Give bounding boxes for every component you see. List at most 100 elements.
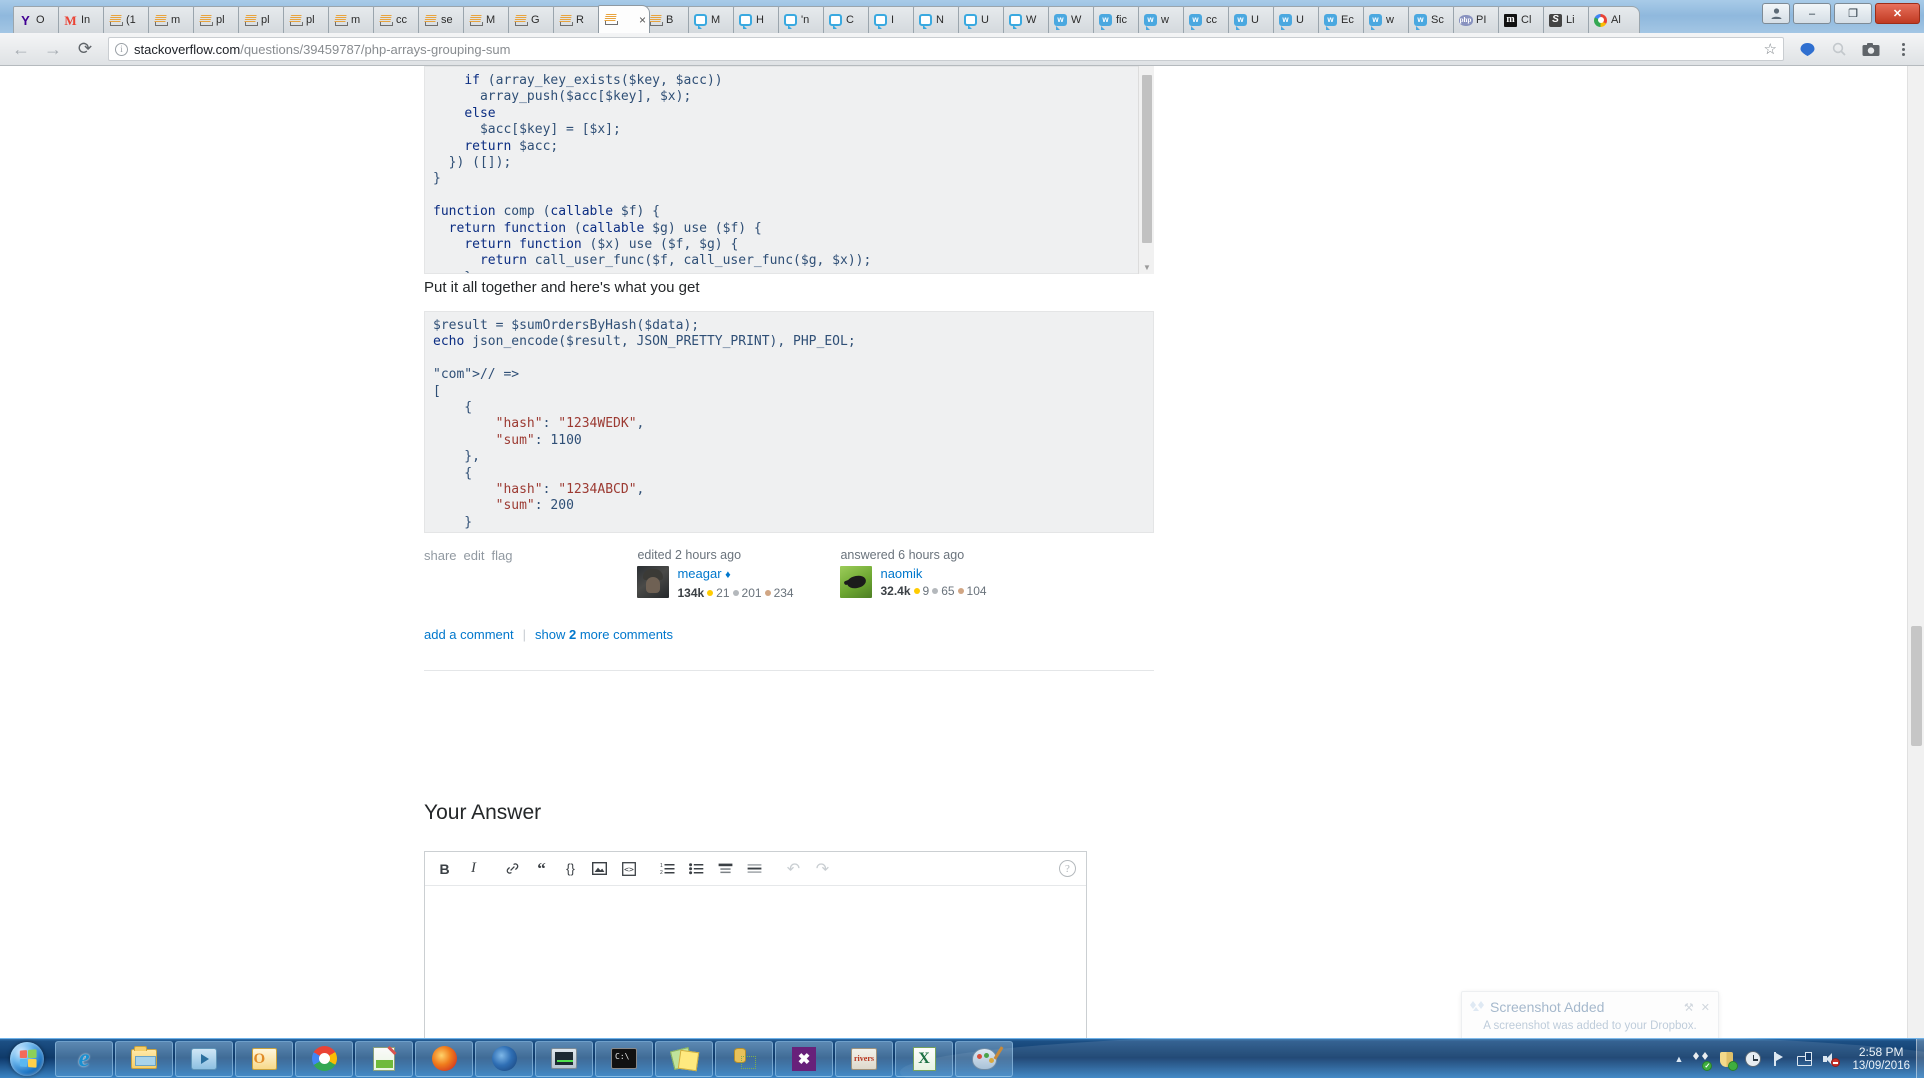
forward-button[interactable]: → <box>40 36 66 62</box>
bold-button[interactable]: B <box>435 859 454 878</box>
editor-help-icon[interactable]: ? <box>1059 860 1076 877</box>
tray-expand-icon[interactable]: ▲ <box>1675 1054 1684 1064</box>
answer-textarea[interactable] <box>425 886 1086 1054</box>
taskbar-item-file-explorer[interactable] <box>115 1041 173 1077</box>
close-button[interactable]: ✕ <box>1875 3 1920 24</box>
taskbar-item-microsoft-outlook[interactable] <box>235 1041 293 1077</box>
browser-tab-35[interactable]: Al <box>1588 6 1640 33</box>
toast-settings-icon[interactable]: ⚒ <box>1684 1001 1694 1014</box>
edit-link[interactable]: edit <box>464 548 485 563</box>
network-icon[interactable] <box>1796 1051 1813 1068</box>
taskbar-item-command-prompt[interactable]: C:\ <box>595 1041 653 1077</box>
add-comment-link[interactable]: add a comment <box>424 627 514 642</box>
italic-button[interactable]: I <box>464 859 483 878</box>
reload-button[interactable]: ⟳ <box>72 36 98 62</box>
paint-icon <box>972 1048 997 1070</box>
show-more-comments-link[interactable]: show 2 more comments <box>535 627 673 642</box>
code-block-scroll-down-arrow[interactable]: ▼ <box>1139 262 1155 272</box>
meagar-avatar[interactable] <box>637 566 669 598</box>
taskbar-item-task-manager[interactable] <box>535 1041 593 1077</box>
bookmark-star-icon[interactable]: ☆ <box>1764 40 1777 58</box>
share-link[interactable]: share <box>424 548 457 563</box>
editor-toolbar: B I “ {} <box>425 852 1086 886</box>
code-icon[interactable]: {} <box>561 859 580 878</box>
start-button[interactable] <box>0 1039 54 1079</box>
show-desktop-button[interactable] <box>1916 1039 1924 1079</box>
code-glyph: {} <box>566 861 575 876</box>
taskbar-item-mozilla-firefox[interactable] <box>415 1041 473 1077</box>
minimize-button[interactable]: – <box>1793 3 1831 24</box>
taskbar-item-sticky-notes[interactable] <box>655 1041 713 1077</box>
edited-timestamp[interactable]: edited 2 hours ago <box>637 548 832 562</box>
naomik-username[interactable]: naomik <box>880 566 986 581</box>
taskbar-item-rivers-app[interactable]: rivers <box>835 1041 893 1077</box>
bullet-list-icon[interactable] <box>687 859 706 878</box>
page-info-icon[interactable]: i <box>115 43 128 56</box>
heading-icon[interactable] <box>716 859 735 878</box>
naomik-silver-count: 65 <box>941 583 954 599</box>
taskbar-item-microsoft-excel[interactable] <box>895 1041 953 1077</box>
taskbar-item-database-tool[interactable] <box>715 1041 773 1077</box>
user-profile-button[interactable] <box>1762 3 1790 24</box>
code-snippet-icon[interactable]: <> <box>619 859 638 878</box>
clock-time: 2:58 PM <box>1852 1045 1910 1059</box>
clock-icon[interactable] <box>1744 1051 1761 1068</box>
stackoverflow-icon <box>469 14 482 27</box>
folder-icon <box>131 1049 157 1069</box>
volume-muted-icon[interactable] <box>1822 1051 1839 1068</box>
stackoverflow-icon <box>424 14 437 27</box>
flag-link[interactable]: flag <box>492 548 513 563</box>
browser-toolbar: ← → ⟳ i stackoverflow.com/questions/3945… <box>0 33 1924 66</box>
bronze-badge-icon <box>765 590 771 596</box>
back-button[interactable]: ← <box>8 36 34 62</box>
link-icon[interactable] <box>503 859 522 878</box>
dropbox-notification-toast[interactable]: Screenshot Added ⚒ ✕ A screenshot was ad… <box>1461 991 1719 1043</box>
address-bar[interactable]: i stackoverflow.com/questions/39459787/p… <box>108 37 1784 61</box>
taskbar-item-windows-media-player[interactable] <box>175 1041 233 1077</box>
visual-studio-icon: ✖ <box>792 1047 816 1071</box>
chrome-menu-button[interactable] <box>1890 36 1916 62</box>
taskbar-item-internet-explorer[interactable]: e <box>55 1041 113 1077</box>
taskbar-clock[interactable]: 2:58 PM 13/09/2016 <box>1852 1045 1916 1073</box>
firefox-icon <box>432 1046 457 1071</box>
numbered-list-icon[interactable]: 12 <box>658 859 677 878</box>
camera-extension-icon[interactable] <box>1858 36 1884 62</box>
taskbar-item-visual-studio[interactable]: ✖ <box>775 1041 833 1077</box>
code-block-scrollbar-thumb[interactable] <box>1142 75 1152 243</box>
firefox-dev-icon <box>492 1046 517 1071</box>
answered-timestamp[interactable]: answered 6 hours ago <box>840 548 1035 562</box>
toast-close-icon[interactable]: ✕ <box>1701 1001 1710 1014</box>
shield-icon[interactable] <box>1718 1051 1735 1068</box>
action-center-flag-icon[interactable] <box>1770 1051 1787 1068</box>
blockquote-icon[interactable]: “ <box>532 859 551 878</box>
quote-glyph: “ <box>537 859 546 879</box>
yahoo-extension-icon[interactable] <box>1794 36 1820 62</box>
tab-title: Al <box>1611 14 1639 26</box>
horizontal-rule-icon[interactable] <box>745 859 764 878</box>
image-icon[interactable] <box>590 859 609 878</box>
tab-close-icon[interactable]: × <box>639 13 649 27</box>
chrome-icon <box>312 1046 337 1071</box>
stackoverflow-icon <box>514 14 527 27</box>
comments-separator: | <box>523 627 526 642</box>
page-scrollbar[interactable] <box>1907 66 1924 1054</box>
code-block-scrollbar[interactable]: ▼ <box>1138 66 1154 274</box>
meagar-username[interactable]: meagar ♦ <box>677 566 793 583</box>
taskbar-item-paint[interactable] <box>955 1041 1013 1077</box>
naomik-avatar[interactable] <box>840 566 872 598</box>
dropbox-tray-icon[interactable]: ✓ <box>1692 1051 1709 1068</box>
browser-tab-13[interactable]: × <box>598 5 650 33</box>
taskbar-item-firefox-developer[interactable] <box>475 1041 533 1077</box>
chat-filled-icon: w <box>1189 14 1202 26</box>
undo-icon[interactable]: ↶ <box>784 859 803 878</box>
show-more-suffix: more comments <box>580 627 673 642</box>
maximize-button[interactable]: ❐ <box>1834 3 1872 24</box>
redo-icon[interactable]: ↷ <box>813 859 832 878</box>
taskbar-item-notepad-plus-plus[interactable] <box>355 1041 413 1077</box>
system-tray: ▲ ✓ 2:58 PM 13/09/2016 <box>1675 1039 1916 1079</box>
page-scrollbar-thumb[interactable] <box>1911 626 1922 746</box>
notepad-plus-plus-icon <box>373 1047 395 1071</box>
meagar-reputation-row: 134k 21 201 234 <box>677 585 793 601</box>
taskbar-item-google-chrome[interactable] <box>295 1041 353 1077</box>
search-extension-icon[interactable] <box>1826 36 1852 62</box>
